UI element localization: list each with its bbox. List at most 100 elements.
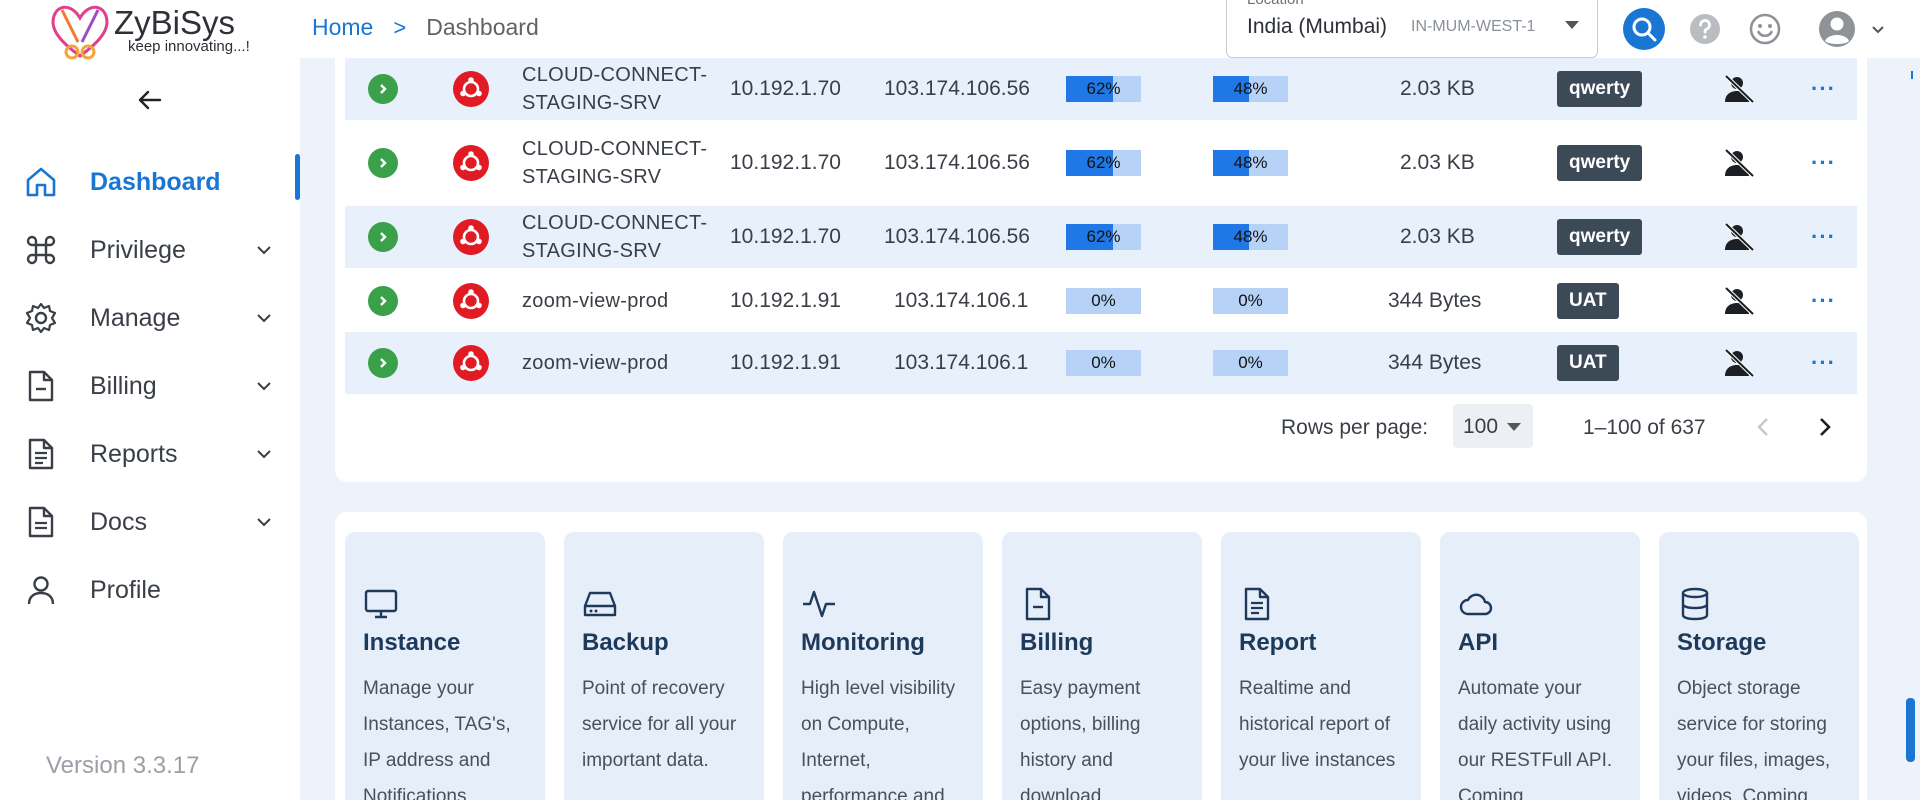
more-options-button[interactable]: ··· xyxy=(1811,224,1836,250)
table-row[interactable]: CLOUD-CONNECT-STAGING-SRV 10.192.1.70 10… xyxy=(345,206,1857,268)
remove-user-icon[interactable] xyxy=(1723,148,1757,178)
service-card-storage[interactable]: Storage Object storage service for stori… xyxy=(1659,532,1859,800)
previous-page-chevron-icon[interactable] xyxy=(1751,414,1777,440)
table-pagination: Rows per page: 100 1–100 of 637 xyxy=(335,398,1867,458)
sidebar-item-billing[interactable]: Billing xyxy=(0,352,300,420)
table-row[interactable]: CLOUD-CONNECT-STAGING-SRV 10.192.1.70 10… xyxy=(345,132,1857,194)
file-minus-icon xyxy=(24,369,58,403)
rows-per-page-select[interactable]: 100 xyxy=(1453,404,1533,448)
rows-per-page-label: Rows per page: xyxy=(1281,416,1429,439)
command-icon xyxy=(24,233,58,267)
more-options-button[interactable]: ··· xyxy=(1811,76,1836,102)
tag-badge[interactable]: qwerty xyxy=(1557,219,1643,255)
sidebar-item-manage[interactable]: Manage xyxy=(0,284,300,352)
public-ip: 103.174.106.1 xyxy=(894,289,1029,312)
file-text-icon xyxy=(1244,587,1270,621)
scroll-up-arrow-icon[interactable] xyxy=(1908,70,1916,80)
more-options-button[interactable]: ··· xyxy=(1811,288,1836,314)
table-row[interactable]: CLOUD-CONNECT-STAGING-SRV 10.192.1.70 10… xyxy=(345,58,1857,120)
breadcrumb-home-link[interactable]: Home xyxy=(312,14,373,41)
tag-badge[interactable]: UAT xyxy=(1557,345,1619,381)
brand-tagline: keep innovating...! xyxy=(128,38,250,55)
service-card-backup[interactable]: Backup Point of recovery service for all… xyxy=(564,532,764,800)
remove-user-icon[interactable] xyxy=(1723,222,1757,252)
instance-name[interactable]: CLOUD-CONNECT-STAGING-SRV xyxy=(522,135,722,191)
cpu-usage-text: 62% xyxy=(1086,79,1121,98)
service-description: Manage your Instances, TAG's, IP address… xyxy=(363,678,511,800)
sidebar-item-profile[interactable]: Profile xyxy=(0,556,300,624)
memory-usage-text: 0% xyxy=(1238,353,1263,372)
avatar-icon xyxy=(1819,11,1855,47)
data-size: 2.03 KB xyxy=(1400,225,1475,248)
service-card-api[interactable]: API Automate your daily activity using o… xyxy=(1440,532,1640,800)
service-description: Object storage service for storing your … xyxy=(1677,678,1831,800)
start-instance-button[interactable] xyxy=(368,348,398,378)
hard-drive-icon xyxy=(583,591,617,617)
instance-name[interactable]: CLOUD-CONNECT-STAGING-SRV xyxy=(522,209,722,265)
breadcrumb-current: Dashboard xyxy=(426,14,539,40)
service-title: Instance xyxy=(363,629,461,656)
brand-logo[interactable]: ZyBiSys keep innovating...! xyxy=(48,0,250,62)
search-button[interactable] xyxy=(1623,8,1665,50)
sidebar-item-label: Privilege xyxy=(90,235,186,264)
help-icon[interactable] xyxy=(1688,12,1722,46)
next-page-chevron-icon[interactable] xyxy=(1811,414,1837,440)
activity-icon xyxy=(803,590,835,618)
sidebar-item-reports[interactable]: Reports xyxy=(0,420,300,488)
instance-name[interactable]: CLOUD-CONNECT-STAGING-SRV xyxy=(522,61,722,117)
service-card-instance[interactable]: Instance Manage your Instances, TAG's, I… xyxy=(345,532,545,800)
sidebar-item-privilege[interactable]: Privilege xyxy=(0,216,300,284)
home-icon xyxy=(24,165,58,199)
sidebar-item-docs[interactable]: Docs xyxy=(0,488,300,556)
logo-heart-icon xyxy=(51,5,109,60)
cpu-usage-text: 0% xyxy=(1091,291,1116,310)
remove-user-icon[interactable] xyxy=(1723,348,1757,378)
chevron-down-icon xyxy=(257,382,271,391)
services-panel: Instance Manage your Instances, TAG's, I… xyxy=(335,512,1867,800)
service-card-billing[interactable]: Billing Easy payment options, billing hi… xyxy=(1002,532,1202,800)
instance-name[interactable]: zoom-view-prod xyxy=(522,287,668,315)
cpu-usage-text: 0% xyxy=(1091,353,1116,372)
chevron-down-icon xyxy=(257,314,271,323)
collapse-sidebar-arrow-icon[interactable] xyxy=(136,86,164,114)
cpu-usage-bar: 62% xyxy=(1066,150,1141,176)
chevron-down-icon xyxy=(1872,26,1884,34)
start-instance-button[interactable] xyxy=(368,74,398,104)
start-instance-button[interactable] xyxy=(368,148,398,178)
database-icon xyxy=(1681,587,1709,621)
table-row[interactable]: zoom-view-prod 10.192.1.91 103.174.106.1… xyxy=(345,332,1857,394)
service-title: Storage xyxy=(1677,629,1767,656)
instance-name[interactable]: zoom-view-prod xyxy=(522,349,668,377)
sidebar-item-dashboard[interactable]: Dashboard xyxy=(0,148,300,216)
location-select[interactable]: Location India (Mumbai) IN-MUM-WEST-1 xyxy=(1226,0,1598,58)
service-card-monitoring[interactable]: Monitoring High level visibility on Comp… xyxy=(783,532,983,800)
start-instance-button[interactable] xyxy=(368,286,398,316)
sidebar-item-label: Reports xyxy=(90,439,178,468)
memory-usage-bar: 48% xyxy=(1213,150,1288,176)
account-menu[interactable] xyxy=(1818,10,1890,48)
private-ip: 10.192.1.70 xyxy=(730,77,841,100)
cpu-usage-bar: 0% xyxy=(1066,350,1141,376)
tag-badge[interactable]: qwerty xyxy=(1557,71,1643,107)
service-description: Automate your daily activity using our R… xyxy=(1458,678,1613,800)
feedback-smiley-icon[interactable] xyxy=(1748,12,1782,46)
cpu-usage-text: 62% xyxy=(1086,153,1121,172)
play-chevron-icon xyxy=(380,158,387,168)
service-card-report[interactable]: Report Realtime and historical report of… xyxy=(1221,532,1421,800)
sidebar-item-label: Profile xyxy=(90,575,161,604)
more-options-button[interactable]: ··· xyxy=(1811,150,1836,176)
cpu-usage-text: 62% xyxy=(1086,227,1121,246)
remove-user-icon[interactable] xyxy=(1723,286,1757,316)
table-row[interactable]: zoom-view-prod 10.192.1.91 103.174.106.1… xyxy=(345,270,1857,332)
service-title: Backup xyxy=(582,629,669,656)
tag-badge[interactable]: qwerty xyxy=(1557,145,1643,181)
private-ip: 10.192.1.91 xyxy=(730,289,841,312)
more-options-button[interactable]: ··· xyxy=(1811,350,1836,376)
page-scrollbar-thumb[interactable] xyxy=(1906,698,1915,762)
start-instance-button[interactable] xyxy=(368,222,398,252)
sidebar-nav: Dashboard Privilege Manage Billing Repor… xyxy=(0,148,300,624)
version-label: Version 3.3.17 xyxy=(46,752,200,779)
service-title: Report xyxy=(1239,629,1317,656)
remove-user-icon[interactable] xyxy=(1723,74,1757,104)
tag-badge[interactable]: UAT xyxy=(1557,283,1619,319)
